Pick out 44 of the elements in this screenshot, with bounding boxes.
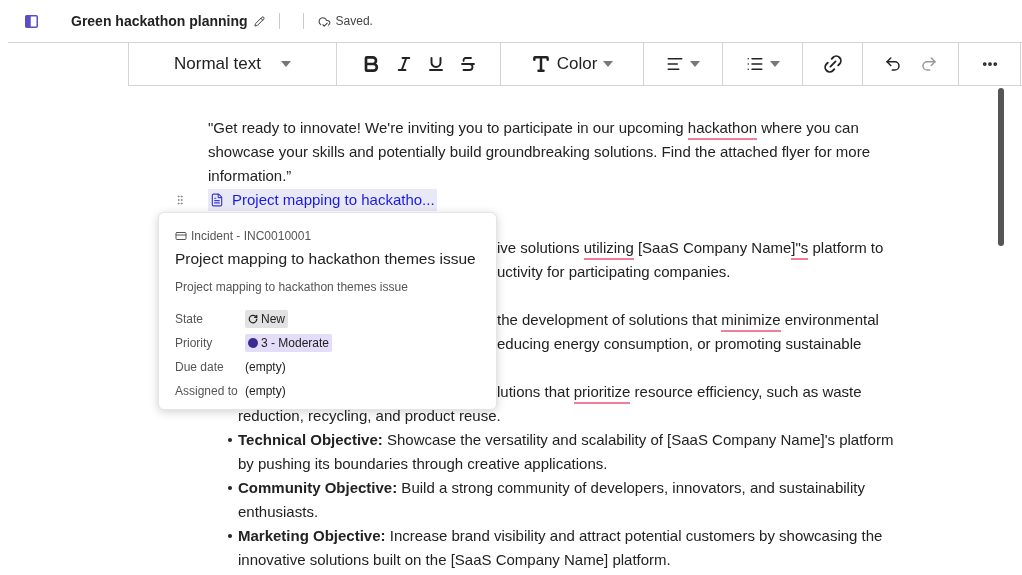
bullet-item: Marketing Objective: Increase brand visibility and attract potential customers by showcasing the innovative solutions built on the [SaaS Company Name] platform. <box>208 524 883 572</box>
cloud-check-icon <box>317 14 331 28</box>
paragraph-line: educing energy consumption, or promoting sustainable <box>497 334 862 354</box>
state-badge: New <box>245 310 288 329</box>
bullet-item: Community Objective: Build a strong community of developers, innovators, and sustainability enthusiasts. <box>208 476 865 524</box>
priority-badge: 3 - Moderate <box>245 334 333 353</box>
align-left-icon[interactable] <box>666 55 684 73</box>
paragraph-line: uctivity for participating companies. <box>497 262 731 282</box>
paragraph-line: lutions that prioritize resource efficiency, such as waste <box>497 380 862 404</box>
caret-icon <box>690 61 700 67</box>
undo-icon[interactable] <box>883 55 902 73</box>
popover-description: Project mapping to hackathon themes issue <box>175 279 409 297</box>
strikethrough-icon[interactable] <box>458 55 477 73</box>
underline-icon[interactable] <box>426 55 445 73</box>
sidebar-toggle-icon[interactable] <box>25 14 38 28</box>
popover-title: Project mapping to hackathon themes issue <box>175 249 477 269</box>
record-icon <box>175 230 187 242</box>
bullet-item: Technical Objective: Showcase the versatility and scalability of [SaaS Company Name]'s platform by pushing its boundaries through creative applications. <box>208 428 894 476</box>
scrollbar-thumb[interactable] <box>998 88 1004 246</box>
text-icon <box>530 54 551 74</box>
text-style-dropdown[interactable]: Normal text <box>129 43 337 85</box>
field-label: Priority <box>175 335 214 353</box>
field-label: State <box>175 311 205 329</box>
field-label: Due date <box>175 359 225 377</box>
paragraph-line: reduction, recycling, and product reuse. <box>238 406 501 426</box>
field-label: Assigned to <box>175 383 239 401</box>
drag-handle-icon[interactable] <box>174 194 186 206</box>
field-value: (empty) <box>245 383 286 401</box>
paragraph-line: the development of solutions that minimize environmental <box>497 308 879 332</box>
color-dropdown[interactable]: Color <box>501 43 644 85</box>
edit-icon[interactable] <box>253 15 265 27</box>
field-value: (empty) <box>245 359 286 377</box>
record-link-chip[interactable]: Project mapping to hackatho... <box>208 189 437 211</box>
intro-paragraph: "Get ready to innovate! We're inviting you to participate in our upcoming hackathon where you can showcase your skills and potentially build groundbreaking solutions. Find the attached flyer for more information.” <box>208 117 871 186</box>
redo-icon[interactable] <box>919 55 938 73</box>
save-status: Saved. <box>335 13 373 30</box>
caret-icon <box>280 61 291 67</box>
list-icon[interactable] <box>745 55 764 73</box>
caret-icon <box>769 61 780 67</box>
document-icon <box>210 193 224 207</box>
caret-icon <box>603 61 614 67</box>
document-title: Green hackathon planning <box>71 11 248 31</box>
record-number: Incident - INC0010001 <box>191 228 312 245</box>
paragraph-line: ive solutions utilizing [SaaS Company Name]"s platform to <box>497 236 884 260</box>
